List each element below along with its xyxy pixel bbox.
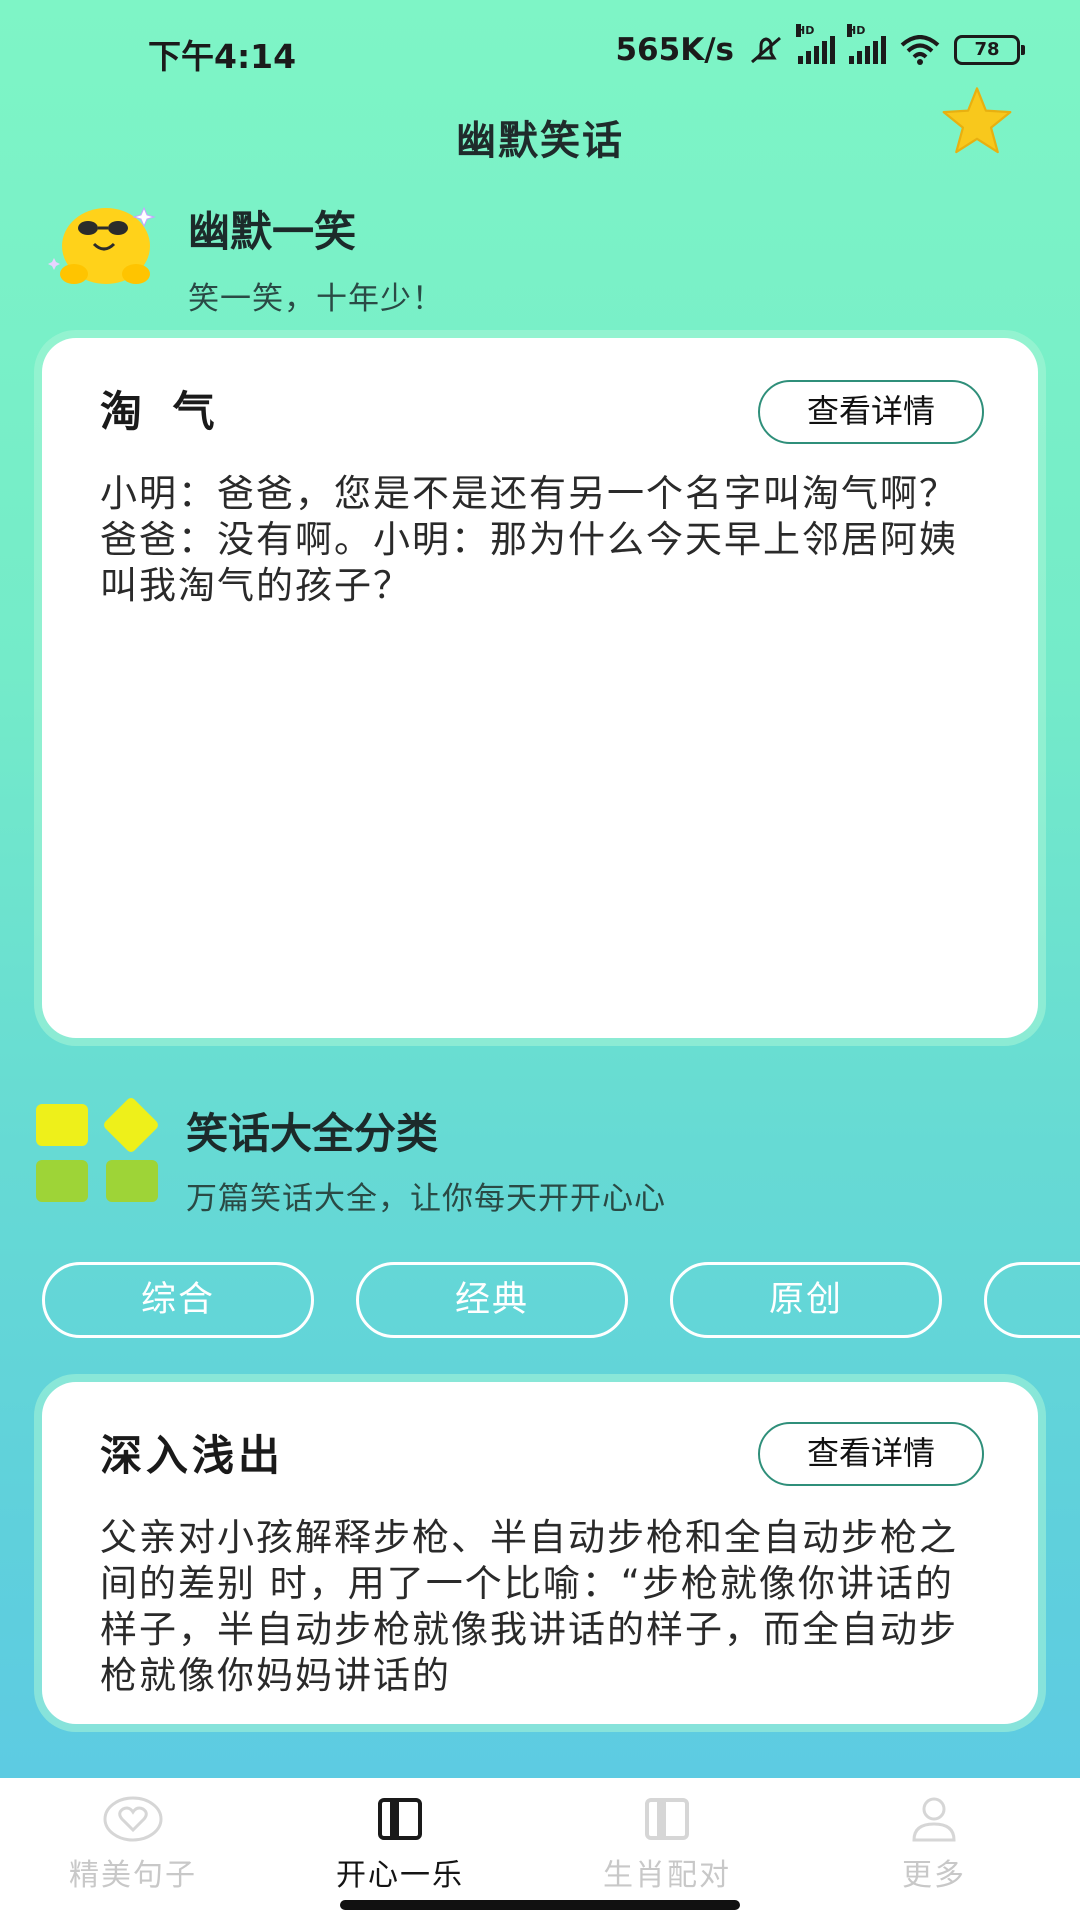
signal-hd-icon: HD [847,24,886,64]
tab-zodiac[interactable]: 生肖配对 [567,1796,767,1894]
hero-title: 幽默一笑 [188,207,357,256]
chip-more[interactable] [984,1262,1080,1338]
chip-original[interactable]: 原创 [670,1262,942,1338]
heart-icon [103,1796,163,1842]
battery-icon: 78 [954,35,1025,65]
joke-body: 父亲对小孩解释步枪、半自动步枪和全自动步枪之间的差别 时，用了一个比喻：“步枪就… [100,1516,958,1697]
featured-joke-card[interactable]: 淘 气 查看详情 小明：爸爸，您是不是还有另一个名字叫淘气啊？爸爸：没有啊。小明… [42,338,1038,1038]
tab-label: 生肖配对 [603,1858,731,1893]
hero-subtitle: 笑一笑，十年少！ [188,281,444,317]
network-speed: 565K/s [615,32,734,68]
status-icons: 565K/s HD HD 78 [615,24,1025,68]
book-icon [637,1796,697,1842]
smiley-emoji-icon [44,198,162,288]
tab-sentences[interactable]: 精美句子 [33,1796,233,1894]
home-indicator[interactable] [340,1900,740,1910]
view-details-button[interactable]: 查看详情 [758,380,984,444]
tab-label: 精美句子 [69,1858,197,1893]
wifi-icon [900,35,940,65]
chip-general[interactable]: 综合 [42,1262,314,1338]
tab-more[interactable]: 更多 [834,1796,1034,1894]
joke-card[interactable]: 深入浅出 查看详情 父亲对小孩解释步枪、半自动步枪和全自动步枪之间的差别 时，用… [42,1382,1038,1724]
tab-label: 开心一乐 [336,1858,464,1893]
book-icon [370,1796,430,1842]
tab-label: 更多 [902,1858,966,1893]
star-icon[interactable] [940,84,1014,158]
status-time: 下午4:14 [148,37,297,76]
chip-classic[interactable]: 经典 [356,1262,628,1338]
hero-section: 幽默一笑 笑一笑，十年少！ [44,198,444,318]
view-details-button[interactable]: 查看详情 [758,1422,984,1486]
category-subtitle: 万篇笑话大全，让你每天开开心心 [186,1181,666,1217]
bottom-tab-bar: 精美句子 开心一乐 生肖配对 更多 [0,1778,1080,1920]
user-icon [904,1796,964,1842]
category-tiles-icon [36,1096,166,1210]
tab-happy[interactable]: 开心一乐 [300,1796,500,1894]
category-section: 笑话大全分类 万篇笑话大全，让你每天开开心心 [36,1096,666,1218]
mute-icon [751,36,781,64]
category-chips: 综合 经典 原创 [42,1262,1080,1344]
category-title: 笑话大全分类 [186,1109,439,1158]
status-bar: 下午4:14 565K/s HD HD 78 [0,0,1080,110]
joke-body: 小明：爸爸，您是不是还有另一个名字叫淘气啊？爸爸：没有啊。小明：那为什么今天早上… [100,472,958,607]
page-title: 幽默笑话 [456,118,624,164]
signal-hd-icon: HD [796,24,835,64]
